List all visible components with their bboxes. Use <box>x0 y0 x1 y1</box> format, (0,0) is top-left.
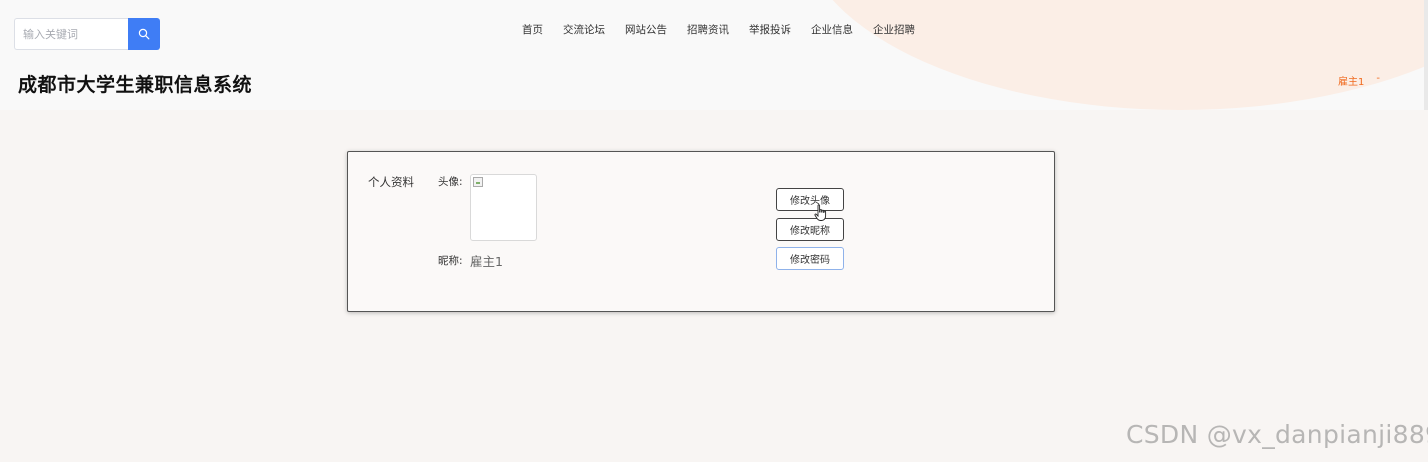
search-input[interactable] <box>14 18 128 50</box>
user-name[interactable]: 雇主1 <box>1338 73 1364 88</box>
hand-cursor-icon <box>814 204 827 221</box>
change-avatar-button[interactable]: 修改头像 <box>776 188 844 211</box>
nav-forum[interactable]: 交流论坛 <box>553 20 615 40</box>
avatar-image <box>470 174 537 241</box>
search-button[interactable] <box>128 18 160 50</box>
search-bar <box>14 18 160 50</box>
decorative-blob <box>800 0 1428 110</box>
dropdown-icon[interactable]: - <box>1376 73 1380 88</box>
scrollbar-track <box>1424 0 1428 110</box>
main-nav: 首页 交流论坛 网站公告 招聘资讯 举报投诉 企业信息 企业招聘 <box>512 20 925 40</box>
profile-panel: 个人资料 头像: 昵称: 雇主1 修改头像 修改昵称 修改密码 <box>347 151 1055 312</box>
profile-title: 个人资料 <box>368 175 414 189</box>
site-title: 成都市大学生兼职信息系统 <box>18 74 253 96</box>
broken-image-icon <box>473 177 483 187</box>
nickname-value: 雇主1 <box>470 254 503 269</box>
change-nickname-button[interactable]: 修改昵称 <box>776 218 844 241</box>
avatar-label: 头像: <box>438 176 463 188</box>
change-password-button[interactable]: 修改密码 <box>776 247 844 270</box>
top-header: 首页 交流论坛 网站公告 招聘资讯 举报投诉 企业信息 企业招聘 成都市大学生兼… <box>0 0 1428 110</box>
search-icon <box>138 28 150 40</box>
user-menu[interactable]: 雇主1 - <box>1338 73 1380 88</box>
nav-announcements[interactable]: 网站公告 <box>615 20 677 40</box>
watermark: CSDN @vx_danpianji889 <box>1126 420 1428 449</box>
nav-home[interactable]: 首页 <box>512 20 553 40</box>
nav-company-jobs[interactable]: 企业招聘 <box>863 20 925 40</box>
nav-company-info[interactable]: 企业信息 <box>801 20 863 40</box>
nav-complaints[interactable]: 举报投诉 <box>739 20 801 40</box>
nav-recruitment-news[interactable]: 招聘资讯 <box>677 20 739 40</box>
nickname-label: 昵称: <box>438 255 463 267</box>
